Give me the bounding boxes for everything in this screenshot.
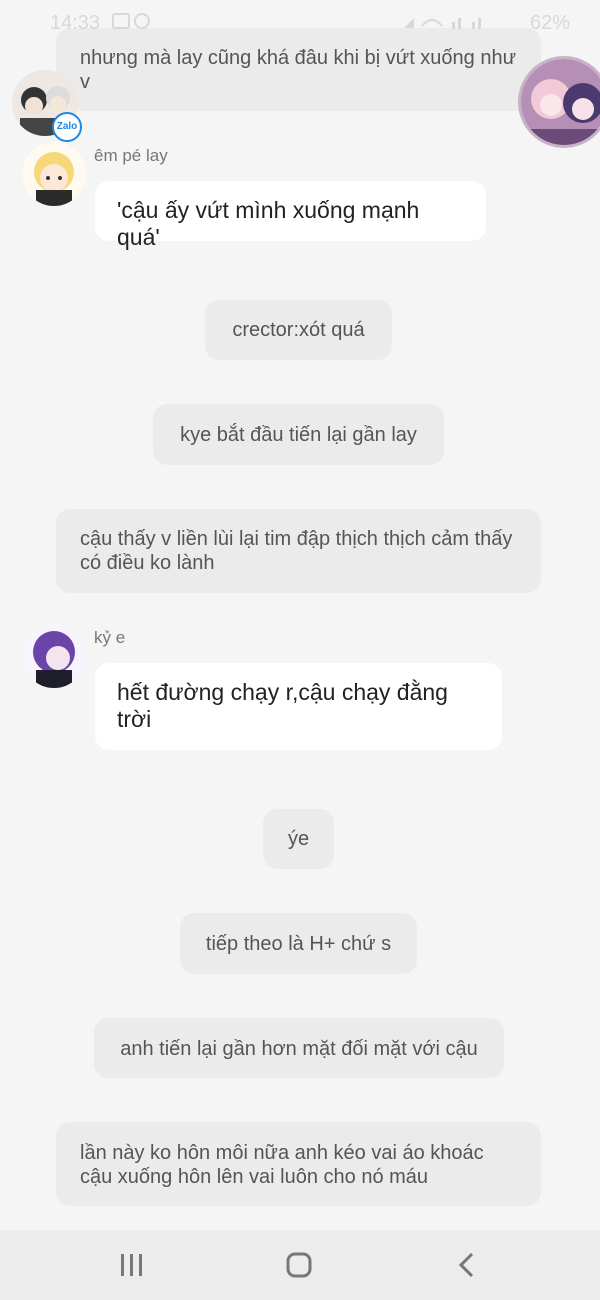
message-narration[interactable]: kye bắt đầu tiến lại gần lay: [153, 404, 444, 465]
message-text: anh tiến lại gần hơn mặt đối mặt với cậu: [120, 1038, 478, 1060]
em-pe-lay-avatar[interactable]: [22, 142, 86, 206]
message-narration[interactable]: ýe: [263, 809, 334, 869]
message-text: kye bắt đầu tiến lại gần lay: [180, 424, 417, 446]
sender-name: kỷ e: [94, 628, 126, 647]
message-bubble[interactable]: 'cậu ấy vứt mình xuống mạnh quá': [95, 181, 486, 250]
message-text: hết đường chạy r,cậu chạy đằng trời: [117, 679, 448, 732]
message-text: nhưng mà lay cũng khá đâu khi bị vứt xuố…: [80, 47, 516, 93]
message-text: lần này ko hôn môi nữa anh kéo vai áo kh…: [80, 1142, 484, 1188]
message-text: tiếp theo là H+ chứ s: [205, 933, 392, 955]
signal-wifi-icons: [402, 12, 492, 38]
user-avatar[interactable]: [518, 56, 600, 148]
message-narration[interactable]: crector:xót quá: [205, 300, 392, 360]
zalo-badge: Zalo: [52, 112, 82, 142]
message-bubble[interactable]: hết đường chạy r,cậu chạy đằng trời: [95, 663, 502, 750]
status-time: 14:33: [50, 12, 101, 34]
navigation-bar: [0, 1230, 600, 1300]
back-icon[interactable]: [446, 1248, 486, 1282]
message-narration[interactable]: lần này ko hôn môi nữa anh kéo vai áo kh…: [56, 1122, 541, 1206]
battery-level: 62%: [529, 12, 570, 34]
recent-apps-icon[interactable]: [112, 1248, 152, 1282]
ky-e-avatar[interactable]: [22, 624, 86, 688]
message-text: crector:xót quá: [232, 319, 365, 341]
status-bar: 14:33 62%: [0, 0, 600, 50]
message-text: 'cậu ấy vứt mình xuống mạnh quá': [117, 197, 420, 250]
notification-icons: [112, 12, 152, 38]
message-narration[interactable]: anh tiến lại gần hơn mặt đối mặt với cậu: [94, 1018, 504, 1078]
message-text: cậu thấy v liền lùi lại tim đập thịch th…: [80, 528, 513, 574]
message-narration[interactable]: cậu thấy v liền lùi lại tim đập thịch th…: [56, 509, 541, 593]
message-narration[interactable]: tiếp theo là H+ chứ s: [180, 913, 417, 974]
home-icon[interactable]: [279, 1248, 319, 1282]
message-text: ýe: [287, 828, 310, 850]
sender-name: êm pé lay: [94, 146, 168, 165]
